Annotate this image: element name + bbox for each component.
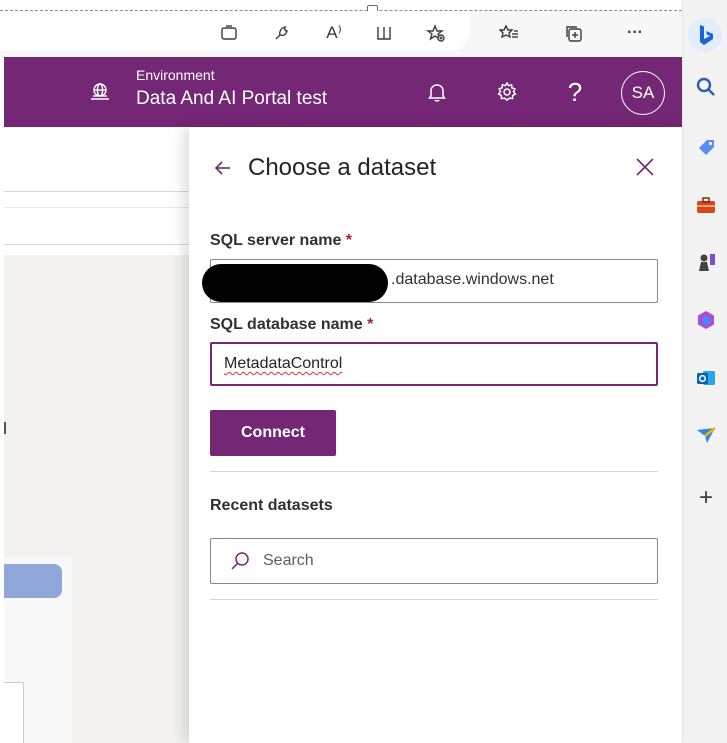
browser-sidebar: + <box>682 0 727 743</box>
sql-server-value: .database.windows.net <box>391 271 554 288</box>
shopping-icon[interactable] <box>694 135 718 159</box>
help-label: ? <box>567 76 583 107</box>
divider <box>4 191 189 192</box>
read-aloud-label: A⁾ <box>326 23 342 42</box>
sql-database-field[interactable]: MetadataControl <box>210 342 658 386</box>
favorites-icon[interactable] <box>495 19 523 47</box>
redaction-mark <box>202 264 388 302</box>
bing-copilot-icon[interactable] <box>687 17 723 53</box>
required-mark: * <box>341 232 353 249</box>
settings-gear-icon[interactable] <box>494 79 520 105</box>
search-icon[interactable] <box>694 75 718 99</box>
sql-database-label: SQL database name * <box>210 316 373 334</box>
add-favorite-icon[interactable] <box>422 19 450 47</box>
dataset-search-box[interactable] <box>210 538 658 584</box>
avatar-initials: SA <box>631 83 655 102</box>
background-app-content <box>4 127 189 743</box>
games-icon[interactable] <box>694 250 718 274</box>
environment-icon[interactable] <box>89 81 111 103</box>
outlook-icon[interactable] <box>694 366 718 390</box>
drop-icon[interactable] <box>694 423 718 447</box>
panel-title: Choose a dataset <box>248 154 437 181</box>
environment-name[interactable]: Data And AI Portal test <box>136 88 327 110</box>
tools-icon[interactable] <box>694 193 718 217</box>
extensions-icon[interactable] <box>268 19 296 47</box>
background-button[interactable] <box>4 564 62 598</box>
background-box <box>4 682 24 743</box>
environment-label: Environment <box>136 67 215 83</box>
more-icon[interactable]: ··· <box>621 19 649 47</box>
collections-icon[interactable] <box>560 19 588 47</box>
split-screen-icon[interactable] <box>370 19 398 47</box>
help-icon[interactable]: ? <box>562 76 588 107</box>
avatar[interactable]: SA <box>621 71 665 115</box>
back-arrow-icon[interactable] <box>211 156 235 180</box>
add-icon[interactable]: + <box>694 484 718 511</box>
browser-toolbar: A⁾ ··· <box>0 11 682 57</box>
recent-datasets-title: Recent datasets <box>210 497 333 514</box>
search-input[interactable] <box>263 552 643 570</box>
required-mark: * <box>362 316 374 333</box>
choose-dataset-panel: Choose a dataset SQL server name * .data… <box>189 127 682 743</box>
add-label: + <box>698 484 713 511</box>
notifications-icon[interactable] <box>424 79 450 105</box>
sql-server-label-text: SQL server name <box>210 232 342 249</box>
microsoft365-icon[interactable] <box>694 308 718 332</box>
sql-database-value: MetadataControl <box>224 355 343 372</box>
divider <box>4 244 189 245</box>
sql-server-label: SQL server name * <box>210 232 352 250</box>
close-icon[interactable] <box>632 154 658 180</box>
divider <box>210 471 658 472</box>
sql-database-label-text: SQL database name <box>210 316 363 333</box>
app-header: Environment Data And AI Portal test ? SA <box>4 57 682 127</box>
divider <box>210 599 658 600</box>
more-label: ··· <box>627 24 643 41</box>
divider <box>4 207 189 208</box>
connect-button[interactable]: Connect <box>210 410 336 456</box>
background-marker <box>4 422 6 434</box>
read-aloud-icon[interactable]: A⁾ <box>320 19 348 47</box>
search-icon <box>229 549 253 573</box>
tab-icon[interactable] <box>215 19 243 47</box>
sql-server-field[interactable]: .database.windows.net <box>202 259 658 303</box>
